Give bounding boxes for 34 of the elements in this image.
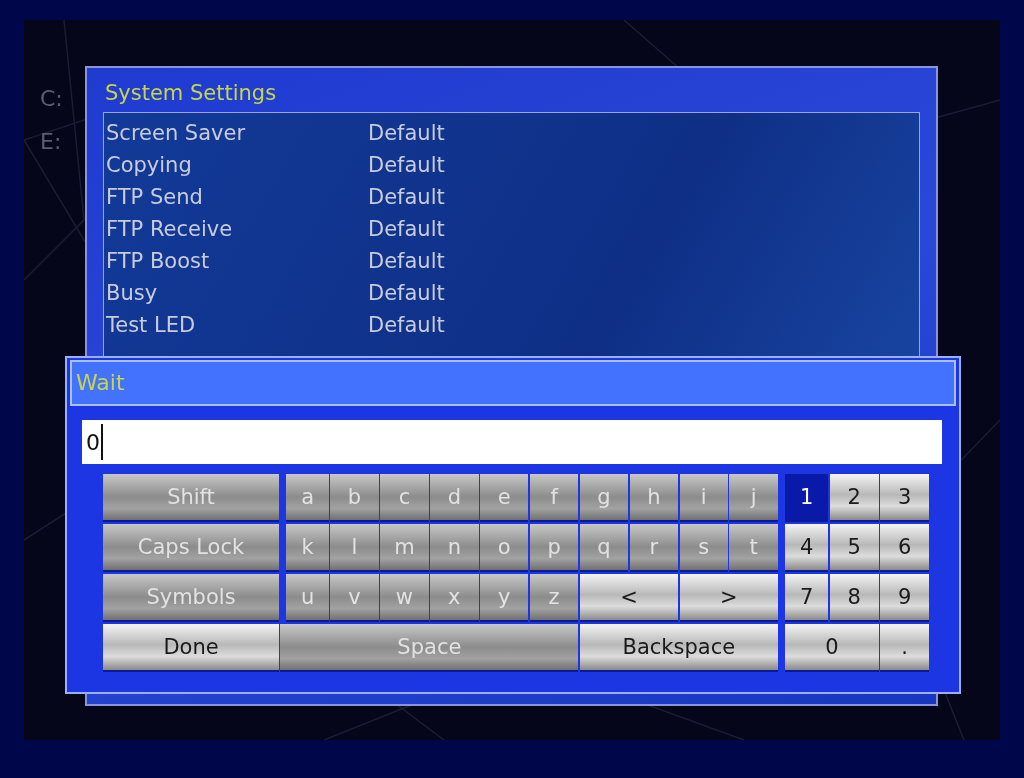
setting-value: Default — [368, 281, 445, 305]
setting-name[interactable]: Copying — [106, 153, 368, 177]
keyboard-key[interactable]: 7 — [785, 574, 829, 622]
keyboard-key[interactable]: Backspace — [579, 624, 778, 672]
keyboard-key[interactable]: . — [880, 624, 930, 672]
setting-value: Default — [368, 153, 445, 177]
keyboard-key[interactable]: < — [579, 574, 679, 622]
keyboard-key[interactable]: 1 — [785, 474, 829, 522]
keyboard-key[interactable]: > — [679, 574, 778, 622]
setting-name[interactable]: FTP Send — [106, 185, 368, 209]
setting-value: Default — [368, 121, 445, 145]
drive-label: E: — [40, 129, 63, 154]
setting-value: Default — [368, 217, 445, 241]
setting-name[interactable]: Screen Saver — [106, 121, 368, 145]
setting-name[interactable]: Test LED — [106, 313, 368, 337]
setting-value: Default — [368, 249, 445, 273]
keyboard-key[interactable]: 8 — [829, 574, 879, 622]
setting-value: Default — [368, 313, 445, 337]
keyboard-key[interactable]: 9 — [880, 574, 930, 622]
keyboard-key[interactable]: 5 — [829, 524, 879, 572]
setting-name[interactable]: Busy — [106, 281, 368, 305]
setting-name[interactable]: FTP Boost — [106, 249, 368, 273]
keyboard-key[interactable]: 3 — [880, 474, 930, 522]
input-field[interactable]: 0 — [82, 420, 942, 464]
dialog-title: Wait — [70, 360, 956, 406]
keyboard-key[interactable]: Done — [103, 624, 279, 672]
window-title: System Settings — [104, 80, 277, 107]
setting-value: Default — [368, 185, 445, 209]
setting-name[interactable]: FTP Receive — [106, 217, 368, 241]
keyboard-key[interactable]: 2 — [829, 474, 879, 522]
keyboard-key[interactable]: 0 — [785, 624, 879, 672]
drive-label: C: — [40, 86, 63, 111]
keyboard-key[interactable]: 4 — [785, 524, 829, 572]
keyboard-key[interactable]: 6 — [880, 524, 930, 572]
